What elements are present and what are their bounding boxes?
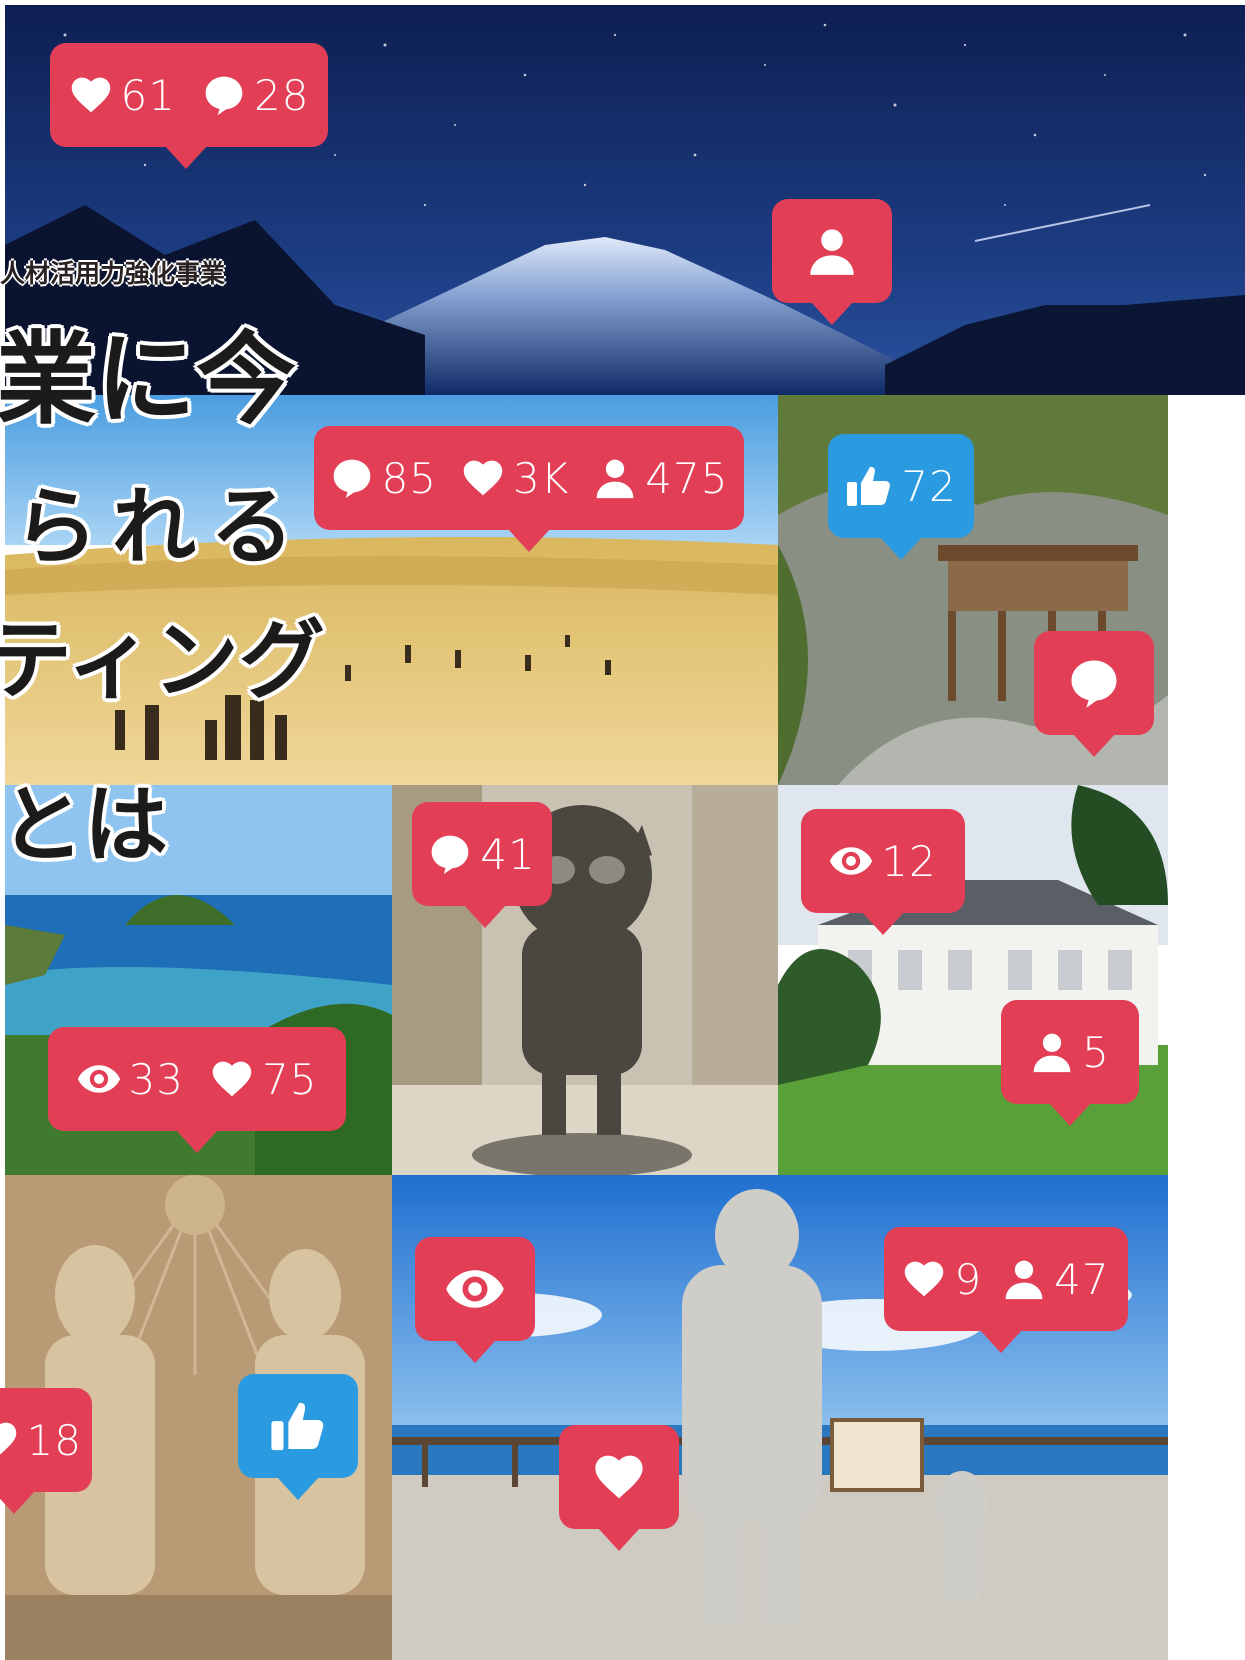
views-stat: 33: [77, 1055, 184, 1104]
comments-stat: 41: [428, 830, 535, 879]
eye-icon: [829, 839, 873, 883]
likes-stat: 9: [902, 1255, 982, 1304]
followers-stat: 475: [593, 454, 728, 503]
heart-icon: [69, 73, 113, 117]
like-badge-sand[interactable]: [238, 1374, 358, 1500]
stats-badge-night-sky[interactable]: 61 28: [50, 43, 328, 169]
comments-stat: 85: [330, 454, 437, 503]
heart-icon: [210, 1057, 254, 1101]
like-badge-seaside[interactable]: [559, 1425, 679, 1551]
comment-badge-temple[interactable]: [1034, 631, 1154, 757]
comment-icon: [202, 73, 246, 117]
views-stat: 12: [829, 837, 936, 886]
heading-line-1: 業に今: [0, 321, 296, 438]
heading-line-2: られる: [14, 478, 309, 576]
likes-stat: 75: [210, 1055, 317, 1104]
comments-badge-statue[interactable]: 41: [412, 802, 552, 928]
comments-stat: 28: [202, 71, 309, 120]
followers-stat: 5: [1030, 1028, 1110, 1077]
comments-count: 28: [254, 70, 310, 120]
heart-icon: [0, 1418, 19, 1462]
followers-badge-night-sky[interactable]: [772, 199, 892, 325]
comments-count: 41: [480, 829, 536, 879]
likes-stat: 3K: [461, 454, 569, 503]
comments-count: 85: [381, 453, 438, 503]
heading-line-4: とは: [0, 776, 169, 874]
heart-icon: [461, 456, 505, 500]
followers-count: 47: [1054, 1254, 1110, 1304]
views-count: 33: [128, 1054, 184, 1104]
likes-count: 61: [120, 70, 176, 120]
stats-badge-seaside[interactable]: 9 47: [884, 1227, 1128, 1353]
user-icon: [593, 456, 637, 500]
followers-stat: 47: [1002, 1255, 1109, 1304]
stats-badge-dunes[interactable]: 85 3K 475: [314, 426, 744, 552]
heart-icon: [902, 1257, 946, 1301]
followers-count: 475: [645, 453, 729, 503]
user-icon: [1002, 1257, 1046, 1301]
comment-icon: [330, 456, 374, 500]
views-badge-seaside[interactable]: [415, 1237, 535, 1363]
stats-badge-coast[interactable]: 33 75: [48, 1027, 346, 1153]
followers-count: 5: [1082, 1027, 1110, 1077]
eye-icon: [445, 1259, 505, 1319]
likes-badge-temple[interactable]: 72: [828, 434, 974, 560]
likes-stat: 18: [0, 1416, 82, 1465]
heart-icon: [592, 1450, 646, 1504]
eye-icon: [77, 1057, 121, 1101]
comment-icon: [428, 832, 472, 876]
likes-count: 9: [954, 1254, 983, 1304]
user-icon: [1030, 1030, 1074, 1074]
thumbs-up-icon: [845, 462, 893, 510]
followers-badge-mansion[interactable]: 5: [1001, 1000, 1139, 1126]
likes-count: 18: [26, 1415, 82, 1465]
thumbs-up-icon: [269, 1397, 327, 1455]
views-badge-mansion[interactable]: 12: [801, 809, 965, 935]
comment-icon: [1067, 656, 1121, 710]
likes-count: 72: [901, 461, 957, 511]
likes-badge-sand[interactable]: 18: [0, 1388, 92, 1514]
likes-stat: 61: [69, 71, 176, 120]
views-count: 12: [881, 836, 937, 886]
subtitle: 人材活用力強化事業: [0, 259, 226, 288]
heading-line-3: ティング: [0, 611, 325, 711]
likes-count: 3K: [513, 453, 570, 503]
likes-count: 75: [262, 1054, 318, 1104]
user-icon: [806, 225, 858, 277]
